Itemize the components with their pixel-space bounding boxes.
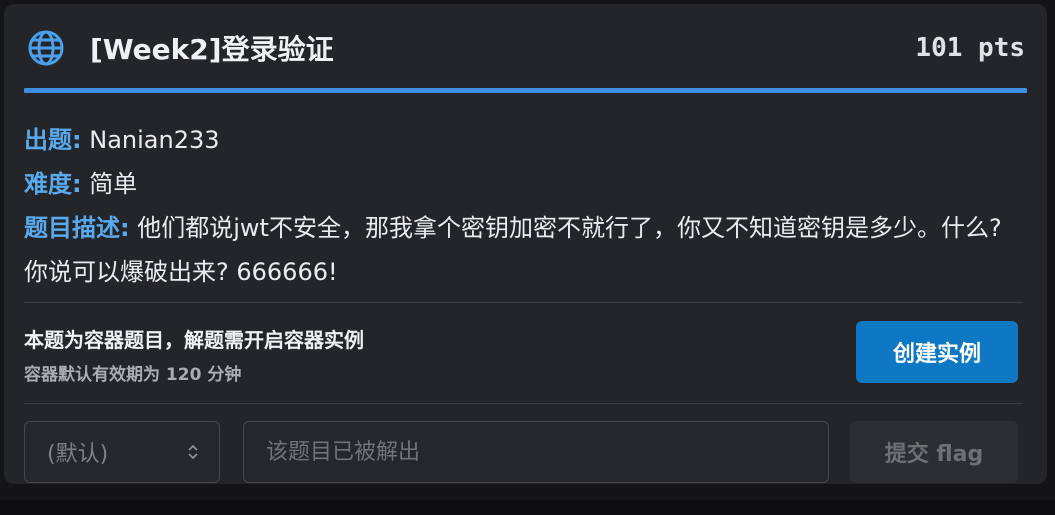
author-value: Nanian233 [89, 126, 220, 154]
author-row: 出题: Nanian233 [24, 118, 1017, 162]
challenge-card: [Week2]登录验证 101 pts 出题: Nanian233 难度: 简单… [4, 4, 1047, 484]
difficulty-row: 难度: 简单 [24, 162, 1017, 206]
create-instance-button[interactable]: 创建实例 [856, 321, 1018, 383]
description-text: 他们都说jwt不安全，那我拿个密钥加密不就行了，你又不知道密钥是多少。什么? 你… [24, 214, 1002, 286]
globe-icon [26, 28, 66, 68]
container-notice-subtitle: 容器默认有效期为 120 分钟 [24, 365, 242, 385]
flag-input[interactable] [243, 421, 829, 483]
challenge-info: 出题: Nanian233 难度: 简单 题目描述: 他们都说jwt不安全，那我… [24, 118, 1017, 294]
challenge-header: [Week2]登录验证 101 pts [24, 18, 1027, 78]
container-notice-title: 本题为容器题目，解题需开启容器实例 [24, 328, 364, 352]
background-strip [0, 500, 1055, 515]
challenge-title: [Week2]登录验证 [90, 33, 334, 66]
chevron-up-down-icon [187, 443, 199, 461]
challenge-points: 101 pts [915, 33, 1025, 63]
description-row: 题目描述: 他们都说jwt不安全，那我拿个密钥加密不就行了，你又不知道密钥是多少… [24, 206, 1017, 294]
submit-flag-button[interactable]: 提交 flag [850, 421, 1018, 483]
title-underline [24, 88, 1027, 93]
author-label: 出题: [24, 126, 82, 154]
select-value: (默认) [47, 442, 109, 467]
container-select[interactable]: (默认) [24, 421, 220, 483]
difficulty-value: 简单 [89, 170, 138, 198]
divider [24, 302, 1023, 303]
divider [24, 403, 1023, 404]
difficulty-label: 难度: [24, 170, 82, 198]
description-label: 题目描述: [24, 214, 130, 242]
